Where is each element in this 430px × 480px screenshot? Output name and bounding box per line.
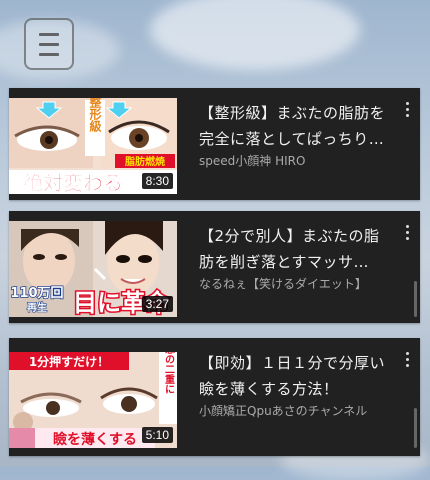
menu-icon	[39, 33, 59, 36]
video-thumbnail[interactable]: 110万回 再生 目に革命 3:27	[9, 221, 177, 317]
channel-name[interactable]: speed小顔神 HIRO	[199, 152, 395, 169]
cloud	[150, 0, 360, 70]
video-card-1[interactable]: 整形級 脂肪燃焼 絶対変わる 8:30 【整形級】まぶたの脂肪を完全に落としてぱ…	[9, 88, 420, 200]
more-options-icon[interactable]	[404, 225, 410, 243]
video-title[interactable]: 【2分で別人】まぶたの脂肪を削ぎ落とすマッサ…	[199, 223, 395, 275]
video-duration: 5:10	[141, 427, 173, 443]
video-card-2[interactable]: 110万回 再生 目に革命 3:27 【2分で別人】まぶたの脂肪を削ぎ落とすマッ…	[9, 211, 420, 323]
more-options-icon[interactable]	[404, 352, 410, 370]
scrollbar[interactable]	[414, 281, 417, 317]
thumb-text: 瞼を薄くする	[53, 431, 137, 448]
scrollbar[interactable]	[414, 408, 417, 448]
thumb-text: 絶対変わる	[23, 171, 123, 194]
thumb-text: 1分押すだけ！	[29, 354, 109, 369]
thumb-text: 110万回	[10, 286, 63, 301]
video-thumbnail[interactable]: 整形級 脂肪燃焼 絶対変わる 8:30	[9, 98, 177, 194]
channel-name[interactable]: なるねぇ【笑けるダイエット】	[199, 275, 395, 292]
menu-icon-bar	[39, 43, 59, 46]
thumb-text: 整形級	[88, 98, 102, 133]
video-duration: 3:27	[141, 296, 173, 312]
channel-name[interactable]: 小顔矯正Qpuあさのチャンネル	[199, 402, 395, 419]
thumb-text: 脂肪燃焼	[124, 155, 165, 168]
more-options-icon[interactable]	[404, 102, 410, 120]
video-card-3[interactable]: 1分押すだけ！ 理想の二重に 瞼を薄くする 5:10 【即効】１日１分で分厚い瞼…	[9, 338, 420, 456]
video-title[interactable]: 【整形級】まぶたの脂肪を完全に落としてぱっちり…	[199, 100, 395, 152]
menu-button[interactable]	[24, 18, 74, 70]
menu-icon-bar	[39, 53, 59, 56]
video-thumbnail[interactable]: 1分押すだけ！ 理想の二重に 瞼を薄くする 5:10	[9, 352, 177, 448]
video-title[interactable]: 【即効】１日１分で分厚い瞼を薄くする方法！	[199, 350, 395, 402]
thumb-text: 再生	[27, 301, 47, 314]
video-duration: 8:30	[141, 173, 173, 189]
